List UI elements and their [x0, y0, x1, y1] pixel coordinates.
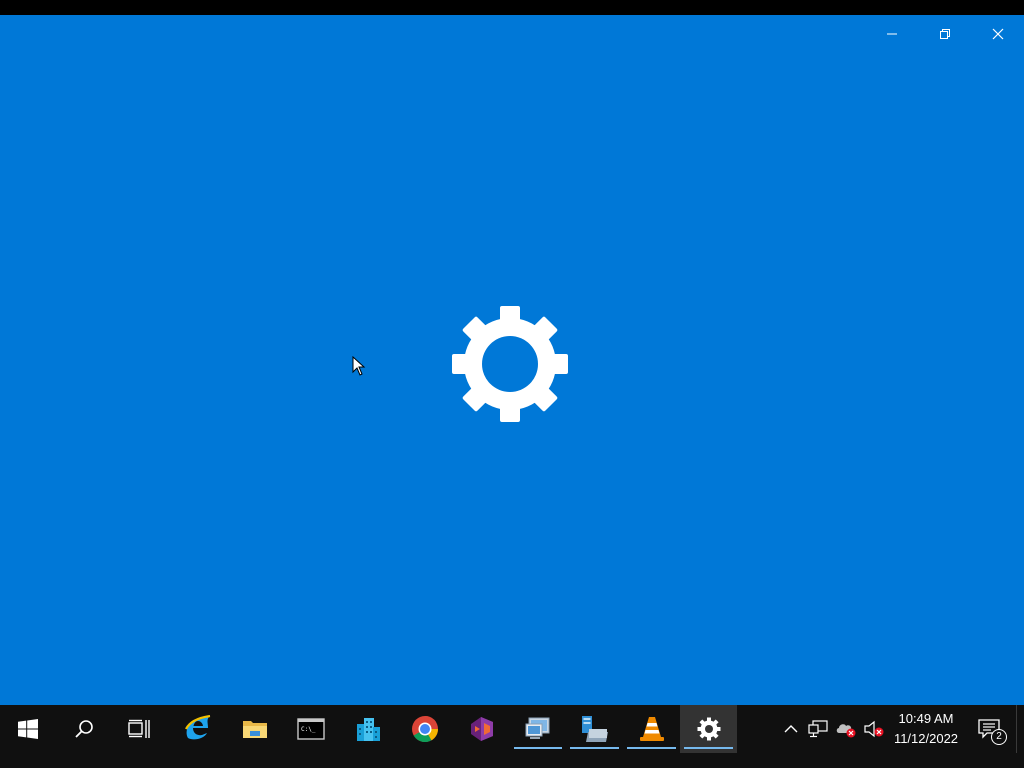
- server-manager-button[interactable]: [339, 705, 396, 753]
- remote-desktop-button[interactable]: [510, 705, 566, 753]
- file-explorer-button[interactable]: [226, 705, 283, 753]
- network-app-button[interactable]: [566, 705, 623, 753]
- command-prompt-button[interactable]: C:\_: [283, 705, 339, 753]
- volume-muted-icon: [864, 720, 884, 738]
- network-status-button[interactable]: [806, 705, 830, 753]
- settings-splash-window: [0, 15, 1024, 705]
- clock-time: 10:49 AM: [898, 711, 954, 726]
- network-icon: [808, 720, 828, 738]
- restore-icon: [939, 29, 950, 39]
- top-black-bar: [0, 0, 1024, 15]
- chrome-icon: [411, 715, 438, 743]
- vlc-cone-icon: [639, 717, 664, 741]
- svg-text:C:\_: C:\_: [301, 726, 316, 733]
- minimize-icon: [886, 33, 897, 35]
- volume-button[interactable]: [862, 705, 886, 753]
- search-icon: [75, 720, 93, 738]
- search-button[interactable]: [56, 705, 112, 753]
- clock-date: 11/12/2022: [893, 731, 959, 746]
- gear-icon: [452, 306, 568, 422]
- network-computer-icon: [581, 716, 608, 742]
- vlc-button[interactable]: [623, 705, 680, 753]
- desktop-screen: C:\_ 10:49 AM 11/12/2022 2: [0, 0, 1024, 768]
- taskbar: C:\_ 10:49 AM 11/12/2022 2: [0, 705, 1024, 768]
- onedrive-status-button[interactable]: [834, 705, 858, 753]
- task-view-icon: [128, 719, 150, 738]
- notification-count-badge: 2: [991, 729, 1007, 745]
- internet-explorer-icon: [185, 715, 211, 740]
- folder-icon: [242, 721, 267, 738]
- remote-desktop-icon: [525, 717, 550, 739]
- close-button[interactable]: [971, 15, 1024, 53]
- terminal-icon: C:\_: [297, 718, 325, 740]
- settings-button[interactable]: [680, 705, 737, 753]
- start-button[interactable]: [0, 705, 56, 753]
- buildings-icon: [356, 718, 380, 741]
- task-view-button[interactable]: [112, 705, 166, 753]
- chrome-button[interactable]: [396, 705, 453, 753]
- close-icon: [992, 28, 1003, 40]
- show-hidden-icons-button[interactable]: [780, 705, 802, 753]
- minimize-button[interactable]: [865, 15, 918, 53]
- visual-studio-button[interactable]: [453, 705, 510, 753]
- internet-explorer-button[interactable]: [170, 705, 226, 753]
- chevron-up-icon: [784, 725, 798, 733]
- show-desktop-button[interactable]: [1016, 705, 1024, 753]
- cloud-error-icon: [836, 724, 856, 738]
- restore-button[interactable]: [918, 15, 971, 53]
- windows-logo-icon: [18, 719, 38, 739]
- action-center-button[interactable]: 2: [968, 705, 1010, 753]
- mouse-cursor-icon: [352, 356, 366, 376]
- visual-studio-icon: [470, 717, 493, 741]
- window-controls: [865, 15, 1024, 53]
- clock[interactable]: 10:49 AM 11/12/2022: [888, 709, 964, 749]
- gear-icon: [697, 717, 720, 741]
